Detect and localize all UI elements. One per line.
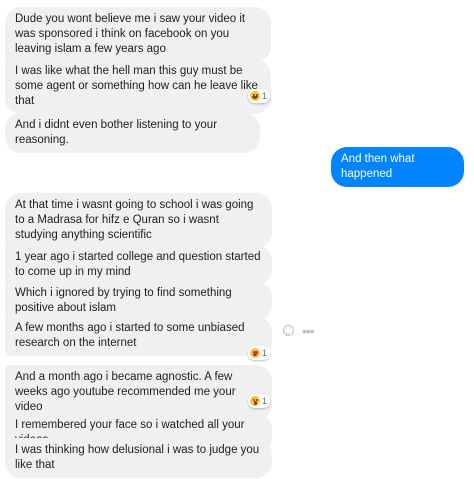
reaction-count: 1	[262, 396, 268, 406]
message-text: And a month ago i became agnostic. A few…	[15, 371, 236, 413]
message-bubble-incoming[interactable]: Dude you wont believe me i saw your vide…	[5, 7, 271, 62]
message-hover-tools: •••	[283, 324, 315, 338]
surprised-emoji-icon	[250, 396, 260, 406]
smiley-icon[interactable]	[283, 325, 294, 336]
reaction-count: 1	[262, 348, 268, 358]
message-bubble-incoming[interactable]: Which i ignored by trying to find someth…	[5, 281, 272, 321]
message-text: At that time i wasnt going to school i w…	[15, 199, 254, 241]
message-text: And then what happened	[341, 153, 415, 180]
reaction-count: 1	[262, 91, 268, 101]
message-bubble-incoming[interactable]: At that time i wasnt going to school i w…	[5, 193, 272, 248]
reaction-badge[interactable]: 1	[248, 346, 271, 360]
message-text: And i didnt even bother listening to you…	[15, 119, 218, 146]
message-text: A few months ago i started to some unbia…	[15, 322, 245, 349]
message-bubble-outgoing[interactable]: And then what happened	[331, 147, 464, 187]
reaction-badge[interactable]: 1	[248, 394, 271, 408]
message-text: 1 year ago i started college and questio…	[15, 251, 261, 278]
message-bubble-incoming[interactable]: A few months ago i started to some unbia…	[5, 316, 272, 356]
message-text: I was like what the hell man this guy mu…	[15, 65, 258, 107]
message-bubble-incoming[interactable]: I was like what the hell man this guy mu…	[5, 59, 271, 114]
laughing-emoji-icon	[250, 91, 260, 101]
reaction-badge[interactable]: 1	[248, 89, 271, 103]
message-text: Which i ignored by trying to find someth…	[15, 287, 232, 314]
message-bubble-incoming[interactable]: 1 year ago i started college and questio…	[5, 245, 272, 285]
message-text: Dude you wont believe me i saw your vide…	[15, 13, 246, 55]
more-options-icon[interactable]: •••	[302, 324, 315, 338]
heart-eyes-emoji-icon	[250, 348, 260, 358]
message-text: I was thinking how delusional i was to j…	[15, 444, 260, 471]
message-bubble-incoming[interactable]: And a month ago i became agnostic. A few…	[5, 365, 272, 420]
message-bubble-incoming[interactable]: And i didnt even bother listening to you…	[5, 113, 260, 153]
message-bubble-incoming[interactable]: I was thinking how delusional i was to j…	[5, 438, 272, 478]
